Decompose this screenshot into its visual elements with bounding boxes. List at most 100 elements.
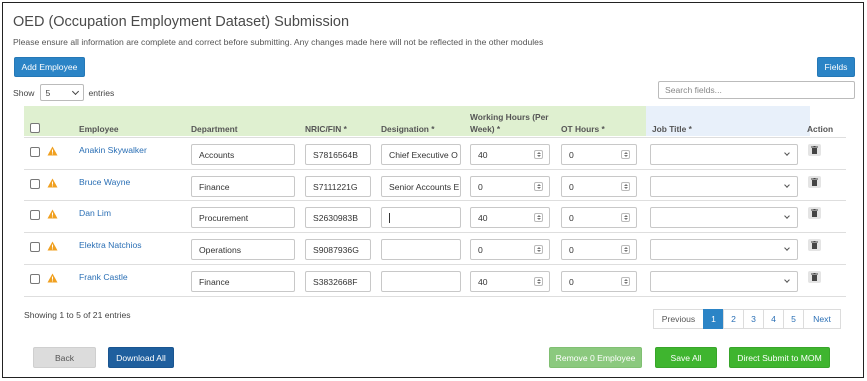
working-hours-field[interactable]: 40	[470, 271, 550, 292]
row-checkbox[interactable]	[30, 147, 40, 157]
search-input[interactable]: Search fields...	[658, 81, 855, 99]
designation-field[interactable]	[381, 207, 461, 228]
header-designation[interactable]: Designation *	[381, 124, 435, 134]
working-hours-value: 0	[478, 181, 483, 192]
employee-name-link[interactable]: Frank Castle	[79, 272, 128, 282]
page-subtitle: Please ensure all information are comple…	[13, 37, 544, 47]
job-title-select[interactable]	[650, 271, 798, 292]
pagination: Previous 1 2 3 4 5 Next	[653, 309, 841, 329]
fields-button[interactable]: Fields	[817, 57, 855, 77]
working-hours-field[interactable]: 40	[470, 144, 550, 165]
header-ot-hours[interactable]: OT Hours *	[561, 124, 605, 134]
delete-row-button[interactable]	[808, 207, 821, 219]
stepper-icon[interactable]	[534, 213, 543, 222]
row-divider	[24, 137, 846, 138]
stepper-icon[interactable]	[534, 150, 543, 159]
save-all-button[interactable]: Save All	[655, 347, 717, 368]
designation-field[interactable]	[381, 271, 461, 292]
nric-field[interactable]: S7111221G	[305, 176, 371, 197]
ot-hours-field[interactable]: 0	[561, 176, 637, 197]
department-field[interactable]: Operations	[191, 239, 295, 260]
download-all-button[interactable]: Download All	[108, 347, 174, 368]
department-field[interactable]: Accounts	[191, 144, 295, 165]
header-working-hours-line1[interactable]: Working Hours (Per	[470, 112, 549, 122]
delete-row-button[interactable]	[808, 271, 821, 283]
job-title-select[interactable]	[650, 176, 798, 197]
nric-field[interactable]: S7816564B	[305, 144, 371, 165]
stepper-icon[interactable]	[534, 245, 543, 254]
working-hours-value: 40	[478, 212, 488, 223]
delete-row-button[interactable]	[808, 176, 821, 188]
employee-name-link[interactable]: Anakin Skywalker	[79, 145, 147, 155]
employee-name-link[interactable]: Dan Lim	[79, 208, 111, 218]
designation-field[interactable]: Senior Accounts E	[381, 176, 461, 197]
ot-hours-value: 0	[569, 212, 574, 223]
pagination-page-5[interactable]: 5	[783, 309, 804, 329]
working-hours-value: 40	[478, 276, 488, 287]
ot-hours-field[interactable]: 0	[561, 239, 637, 260]
chevron-down-icon	[784, 150, 790, 156]
delete-row-button[interactable]	[808, 239, 821, 251]
entries-length-select[interactable]: 5	[39, 84, 84, 101]
job-title-select[interactable]	[650, 207, 798, 228]
ot-hours-field[interactable]: 0	[561, 144, 637, 165]
working-hours-field[interactable]: 40	[470, 207, 550, 228]
department-field[interactable]: Finance	[191, 176, 295, 197]
department-field[interactable]: Finance	[191, 271, 295, 292]
pagination-page-4[interactable]: 4	[763, 309, 784, 329]
employee-name-link[interactable]: Elektra Natchios	[79, 240, 142, 250]
nric-field[interactable]: S2630983B	[305, 207, 371, 228]
entries-length-value: 5	[45, 87, 51, 98]
stepper-icon[interactable]	[534, 277, 543, 286]
employee-name-link[interactable]: Bruce Wayne	[79, 177, 130, 187]
add-employee-button[interactable]: Add Employee	[14, 57, 85, 77]
designation-field[interactable]: Chief Executive O	[381, 144, 461, 165]
working-hours-field[interactable]: 0	[470, 239, 550, 260]
stepper-icon[interactable]	[621, 277, 630, 286]
pagination-page-2[interactable]: 2	[723, 309, 744, 329]
nric-field[interactable]: S9087936G	[305, 239, 371, 260]
designation-field[interactable]	[381, 239, 461, 260]
nric-value: S2630983B	[313, 212, 358, 223]
working-hours-value: 0	[478, 244, 483, 255]
header-employee[interactable]: Employee	[79, 124, 119, 134]
pagination-page-3[interactable]: 3	[743, 309, 764, 329]
ot-hours-field[interactable]: 0	[561, 271, 637, 292]
nric-field[interactable]: S3832668F	[305, 271, 371, 292]
job-title-select[interactable]	[650, 239, 798, 260]
ot-hours-field[interactable]: 0	[561, 207, 637, 228]
warning-icon	[47, 209, 58, 219]
direct-submit-button[interactable]: Direct Submit to MOM	[729, 347, 830, 368]
trash-icon	[811, 146, 818, 154]
trash-icon	[811, 273, 818, 281]
row-divider	[24, 232, 846, 233]
row-checkbox[interactable]	[30, 242, 40, 252]
header-working-hours-line2[interactable]: Week) *	[470, 124, 500, 134]
row-checkbox[interactable]	[30, 274, 40, 284]
warning-icon	[47, 178, 58, 188]
pagination-next[interactable]: Next	[803, 309, 841, 329]
header-nric[interactable]: NRIC/FIN *	[305, 124, 347, 134]
entries-length-control: Show 5 entries	[13, 84, 114, 101]
pagination-previous[interactable]: Previous	[653, 309, 704, 329]
back-button[interactable]: Back	[33, 347, 96, 368]
row-checkbox[interactable]	[30, 179, 40, 189]
stepper-icon[interactable]	[621, 245, 630, 254]
stepper-icon[interactable]	[621, 182, 630, 191]
working-hours-field[interactable]: 0	[470, 176, 550, 197]
trash-icon	[811, 241, 818, 249]
department-field[interactable]: Procurement	[191, 207, 295, 228]
stepper-icon[interactable]	[534, 182, 543, 191]
delete-row-button[interactable]	[808, 144, 821, 156]
header-department[interactable]: Department	[191, 124, 238, 134]
stepper-icon[interactable]	[621, 213, 630, 222]
chevron-down-icon	[784, 182, 790, 188]
pagination-page-1[interactable]: 1	[703, 309, 724, 329]
row-checkbox[interactable]	[30, 210, 40, 220]
ot-hours-value: 0	[569, 181, 574, 192]
header-job-title[interactable]: Job Title *	[652, 124, 692, 134]
stepper-icon[interactable]	[621, 150, 630, 159]
select-all-checkbox[interactable]	[30, 123, 40, 133]
remove-employee-button[interactable]: Remove 0 Employee	[549, 347, 642, 368]
job-title-select[interactable]	[650, 144, 798, 165]
